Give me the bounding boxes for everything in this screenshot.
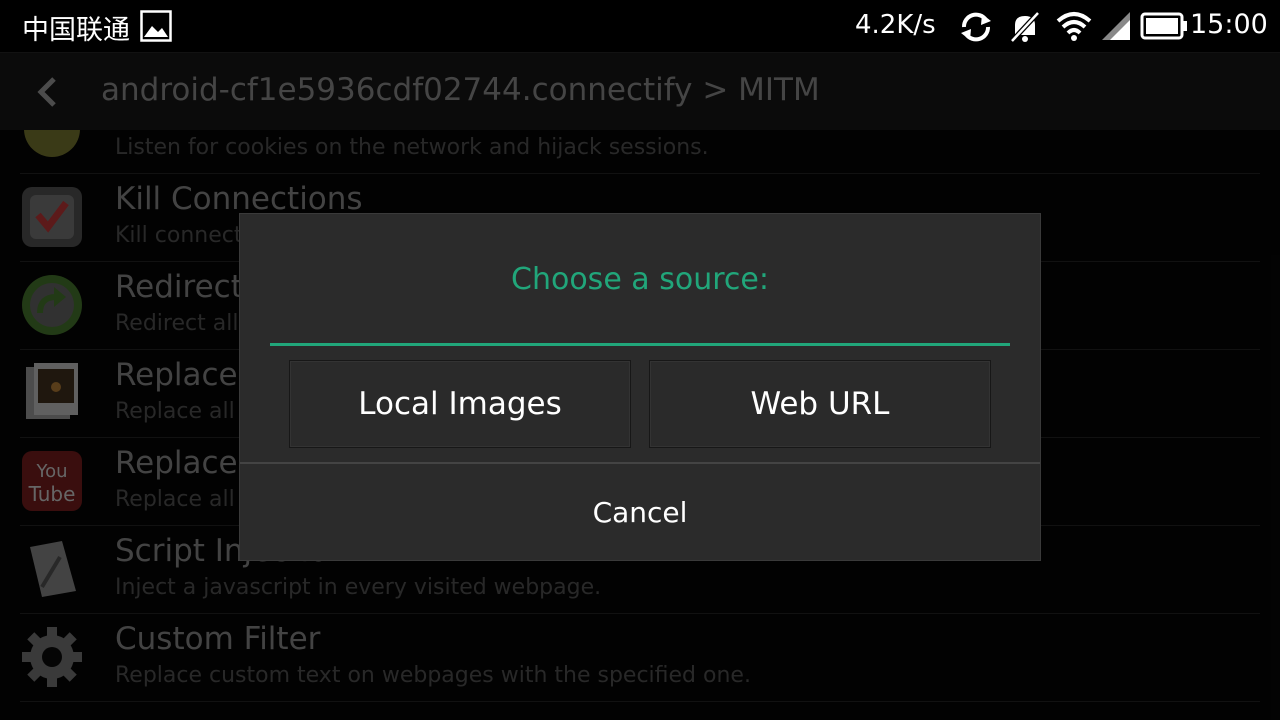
clock: 15:00: [1190, 9, 1268, 40]
signal-icon: [1102, 12, 1130, 40]
battery-icon: [1140, 12, 1187, 40]
image-icon: [140, 10, 172, 42]
network-speed: 4.2K/s: [855, 10, 936, 40]
sync-icon: [961, 12, 991, 42]
wifi-icon: [1056, 12, 1092, 41]
dialog-title: Choose a source:: [511, 262, 769, 297]
local-images-button[interactable]: Local Images: [289, 360, 631, 448]
dialog-title-divider: [270, 343, 1010, 346]
cancel-button[interactable]: Cancel: [240, 464, 1040, 560]
carrier-name: 中国联通: [22, 15, 130, 46]
mute-icon: [1010, 11, 1040, 43]
choose-source-dialog: Choose a source: Local Images Web URL Ca…: [240, 214, 1040, 560]
web-url-button[interactable]: Web URL: [649, 360, 991, 448]
status-bar: 中国联通 4.2K/s 15:00: [0, 0, 1280, 52]
